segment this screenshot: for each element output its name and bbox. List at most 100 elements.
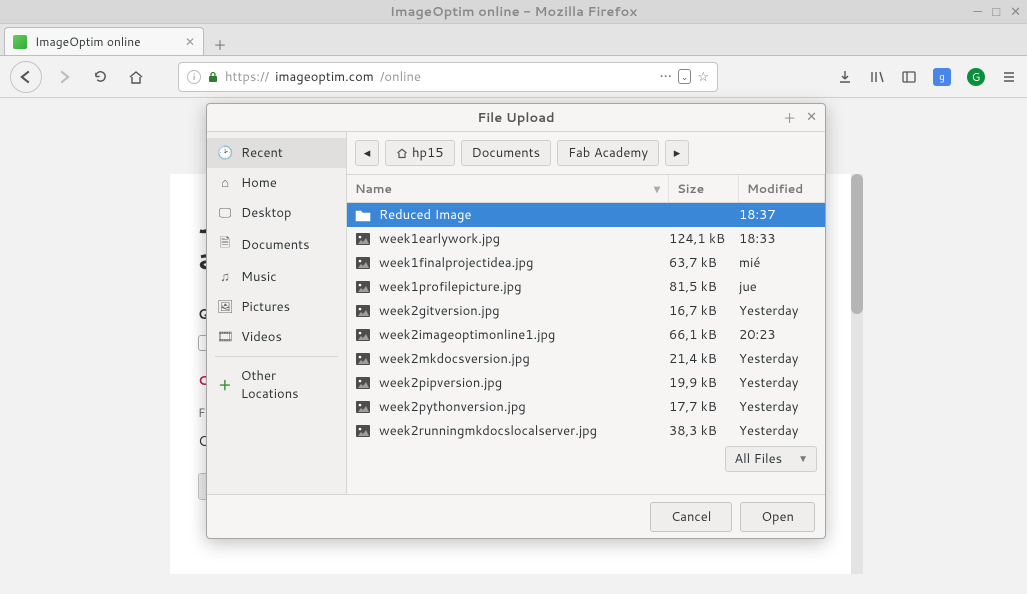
file-row[interactable]: week1earlywork.jpg124,1 kB18:33: [347, 227, 825, 251]
file-name: week2mkdocsversion.jpg: [379, 350, 669, 368]
window-maximize-icon[interactable]: □: [992, 3, 1000, 21]
image-icon: [355, 303, 371, 319]
sort-desc-icon: ▾: [654, 180, 660, 197]
folder-icon: [355, 207, 371, 223]
reader-mode-icon[interactable]: ⌄: [678, 69, 692, 84]
path-back-button[interactable]: ◂: [355, 140, 379, 166]
file-row[interactable]: week2gitversion.jpg16,7 kBYesterday: [347, 299, 825, 323]
info-icon[interactable]: i: [187, 70, 201, 84]
page-viewport: JP ar Qual I Colo Forma Click Br File Up…: [0, 98, 1027, 594]
header-modified[interactable]: Modified: [739, 175, 825, 202]
url-host: imageoptim.com: [275, 68, 374, 86]
file-row[interactable]: week2pipversion.jpg19,9 kBYesterday: [347, 371, 825, 395]
file-row[interactable]: Reduced Image 18:37: [347, 203, 825, 227]
file-modified: Yesterday: [739, 302, 817, 320]
extension-icon[interactable]: G: [967, 68, 985, 86]
sidebar-item-label: Home: [241, 174, 277, 192]
translate-icon[interactable]: g: [933, 68, 951, 86]
file-modified: 18:33: [739, 230, 817, 248]
url-path: /online: [380, 68, 421, 86]
window-minimize-icon[interactable]: —: [973, 3, 982, 21]
sidebar-item-label: Documents: [241, 236, 310, 254]
file-row[interactable]: week1finalprojectidea.jpg63,7 kBmié: [347, 251, 825, 275]
path-crumb-home[interactable]: hp15: [385, 140, 455, 166]
file-row[interactable]: week2pythonversion.jpg17,7 kBYesterday: [347, 395, 825, 419]
path-forward-button[interactable]: ▸: [665, 140, 689, 166]
places-sidebar: 🕑Recent⌂Home 🖵 Desktop 🗎 Documents ♫Music🖼Pic…: [207, 132, 347, 494]
file-name: Reduced Image: [379, 206, 669, 224]
header-name[interactable]: Name ▾: [347, 175, 669, 202]
downloads-icon[interactable]: [837, 69, 853, 85]
address-bar[interactable]: i https:// imageoptim.com/online ••• ⌄ ☆: [178, 62, 718, 92]
file-row[interactable]: week2runningmkdocslocalserver.jpg38,3 kB…: [347, 419, 825, 440]
reload-button[interactable]: [86, 63, 114, 91]
dialog-titlebar: File Upload ＋ ✕: [207, 104, 825, 132]
file-size: 38,3 kB: [669, 422, 739, 440]
sidebar-other-locations[interactable]: ＋ Other Locations: [207, 361, 346, 409]
header-name-label: Name: [355, 180, 392, 197]
window-title: ImageOptim online - Mozilla Firefox: [390, 3, 637, 21]
sidebar-item-home[interactable]: ⌂Home: [207, 168, 346, 198]
file-size: 81,5 kB: [669, 278, 739, 296]
sidebar-item-music[interactable]: ♫Music: [207, 262, 346, 292]
file-row[interactable]: week2mkdocsversion.jpg21,4 kBYesterday: [347, 347, 825, 371]
path-bar: ◂ hp15 Documents Fab Academy ▸: [347, 132, 825, 175]
sidebar-item-label: Recent: [241, 144, 283, 162]
forward-button: [50, 63, 78, 91]
desktop-icon: 🖵: [217, 204, 233, 222]
tab-close-icon[interactable]: ✕: [185, 33, 195, 50]
scrollbar-thumb[interactable]: [851, 174, 863, 314]
tab-bar: ImageOptim online ✕ ＋: [0, 24, 1027, 56]
menu-icon[interactable]: [1001, 69, 1017, 85]
file-size: 16,7 kB: [669, 302, 739, 320]
bookmark-star-icon[interactable]: ☆: [697, 68, 709, 86]
sidebar-item-pictures[interactable]: 🖼Pictures: [207, 292, 346, 322]
sidebar-item-label: Music: [241, 268, 277, 286]
new-tab-button[interactable]: ＋: [204, 35, 236, 55]
library-icon[interactable]: [869, 69, 885, 85]
sidebar-item-label: Other Locations: [241, 367, 336, 403]
file-row[interactable]: week2imageoptimonline1.jpg66,1 kB20:23: [347, 323, 825, 347]
file-modified: 18:37: [739, 206, 817, 224]
file-name: week2imageoptimonline1.jpg: [379, 326, 669, 344]
browser-tab[interactable]: ImageOptim online ✕: [4, 27, 204, 55]
sidebar-separator: [215, 356, 338, 357]
home-button[interactable]: [122, 63, 150, 91]
url-more-icon[interactable]: •••: [660, 68, 672, 86]
page-scrollbar[interactable]: [851, 174, 863, 574]
file-list[interactable]: Reduced Image 18:37 week1earlywork.jpg124,…: [347, 203, 825, 440]
url-scheme: https://: [225, 68, 269, 86]
lock-icon: [207, 71, 219, 83]
image-icon: [355, 375, 371, 391]
file-size: 17,7 kB: [669, 398, 739, 416]
sidebar-icon[interactable]: [901, 69, 917, 85]
sidebar-item-documents[interactable]: 🗎 Documents: [207, 228, 346, 262]
back-button[interactable]: [10, 61, 42, 93]
sidebar-item-videos[interactable]: 🎞Videos: [207, 322, 346, 352]
file-name: week2runningmkdocslocalserver.jpg: [379, 422, 669, 440]
sidebar-item-label: Videos: [241, 328, 282, 346]
plus-icon: ＋: [217, 375, 233, 395]
dialog-close-icon[interactable]: ✕: [806, 108, 817, 128]
cancel-button[interactable]: Cancel: [650, 502, 732, 532]
file-modified: 20:23: [739, 326, 817, 344]
header-size[interactable]: Size: [669, 175, 739, 202]
doc-icon: 🗎: [217, 234, 233, 256]
file-filter-label: All Files: [734, 450, 782, 468]
file-modified: Yesterday: [739, 350, 817, 368]
file-filter-select[interactable]: All Files ▼: [725, 446, 817, 472]
dialog-maximize-icon[interactable]: ＋: [783, 108, 796, 128]
open-button[interactable]: Open: [740, 502, 815, 532]
file-row[interactable]: week1profilepicture.jpg81,5 kBjue: [347, 275, 825, 299]
path-crumb-documents[interactable]: Documents: [461, 140, 552, 166]
sidebar-item-desktop[interactable]: 🖵 Desktop: [207, 198, 346, 228]
sidebar-item-recent[interactable]: 🕑Recent: [207, 138, 346, 168]
path-crumb-current[interactable]: Fab Academy: [557, 140, 659, 166]
browser-toolbar: i https://imageoptim.com/online ••• ⌄ ☆ …: [0, 56, 1027, 98]
window-close-icon[interactable]: ✕: [1010, 3, 1021, 21]
file-modified: Yesterday: [739, 398, 817, 416]
image-icon: [355, 255, 371, 271]
dialog-title: File Upload: [477, 109, 554, 127]
path-crumb-home-label: hp15: [412, 144, 444, 162]
sidebar-item-label: Desktop: [241, 204, 292, 222]
